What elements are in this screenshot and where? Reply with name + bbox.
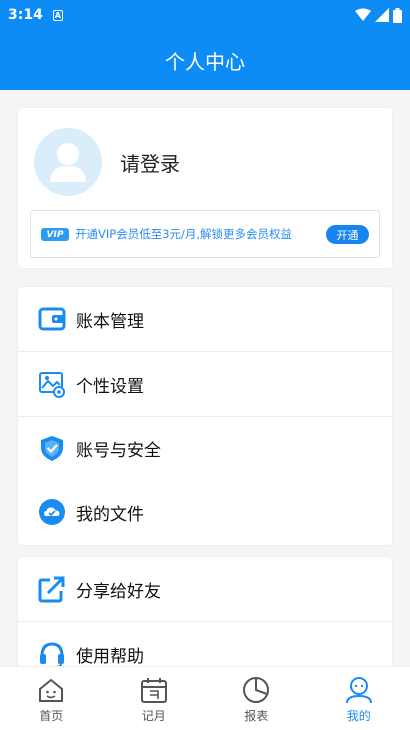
wallet-icon bbox=[38, 307, 66, 331]
tab-report[interactable]: 报表 bbox=[205, 667, 308, 730]
profile-icon bbox=[345, 677, 372, 704]
page-header: 个人中心 bbox=[0, 30, 410, 90]
vip-badge: VIP bbox=[41, 228, 69, 241]
menu-item-label: 个性设置 bbox=[76, 376, 144, 397]
status-time: 3:14 bbox=[8, 7, 43, 23]
avatar[interactable] bbox=[34, 128, 102, 196]
menu-item-label: 账号与安全 bbox=[76, 440, 161, 461]
tab-label: 记月 bbox=[141, 709, 166, 723]
menu-item-personalize[interactable]: 个性设置 bbox=[18, 352, 392, 416]
menu-card-secondary: 分享给好友 使用帮助 bbox=[18, 557, 392, 677]
tab-calendar[interactable]: 记月 bbox=[103, 667, 206, 730]
battery-icon bbox=[393, 7, 402, 23]
signal-icon bbox=[375, 8, 389, 22]
wifi-icon bbox=[355, 8, 371, 21]
login-link[interactable]: 请登录 bbox=[120, 148, 180, 177]
tab-mine[interactable]: 我的 bbox=[308, 667, 410, 730]
settings-image-icon bbox=[39, 372, 65, 398]
status-icons bbox=[355, 7, 402, 23]
vip-open-button[interactable]: 开通 bbox=[326, 225, 369, 244]
home-icon bbox=[39, 678, 64, 702]
menu-item-label: 使用帮助 bbox=[76, 646, 144, 667]
profile-card: 请登录 VIP 开通VIP会员低至3元/月,解锁更多会员权益 开通 bbox=[18, 108, 392, 268]
tab-label: 首页 bbox=[39, 709, 64, 723]
menu-item-label: 分享给好友 bbox=[76, 581, 161, 602]
user-avatar-icon bbox=[50, 143, 86, 182]
menu-card-main: 账本管理 个性设置 账号与安全 我的文件 bbox=[18, 287, 392, 545]
calendar-icon bbox=[140, 678, 167, 703]
menu-item-share[interactable]: 分享给好友 bbox=[18, 557, 392, 621]
vip-promo-text: 开通VIP会员低至3元/月,解锁更多会员权益 bbox=[75, 227, 293, 241]
menu-item-security[interactable]: 账号与安全 bbox=[18, 416, 392, 480]
menu-item-files[interactable]: 我的文件 bbox=[18, 480, 392, 544]
status-bar: 3:14 A bbox=[0, 0, 410, 30]
share-icon bbox=[38, 576, 65, 603]
bottom-tab-bar: 首页 记月 报表 我的 bbox=[0, 666, 410, 730]
vip-banner[interactable]: VIP 开通VIP会员低至3元/月,解锁更多会员权益 开通 bbox=[30, 210, 380, 258]
headset-icon bbox=[40, 642, 64, 668]
tab-label: 我的 bbox=[346, 709, 371, 723]
cloud-file-icon bbox=[39, 499, 65, 525]
menu-item-label: 账本管理 bbox=[76, 311, 144, 332]
shield-icon bbox=[41, 436, 63, 461]
tab-label: 报表 bbox=[244, 709, 269, 723]
notification-icon: A bbox=[52, 9, 63, 21]
page-title: 个人中心 bbox=[165, 49, 245, 74]
menu-item-label: 我的文件 bbox=[76, 504, 144, 525]
tab-home[interactable]: 首页 bbox=[0, 667, 103, 730]
pie-chart-icon bbox=[243, 677, 270, 703]
menu-item-ledger[interactable]: 账本管理 bbox=[18, 287, 392, 351]
